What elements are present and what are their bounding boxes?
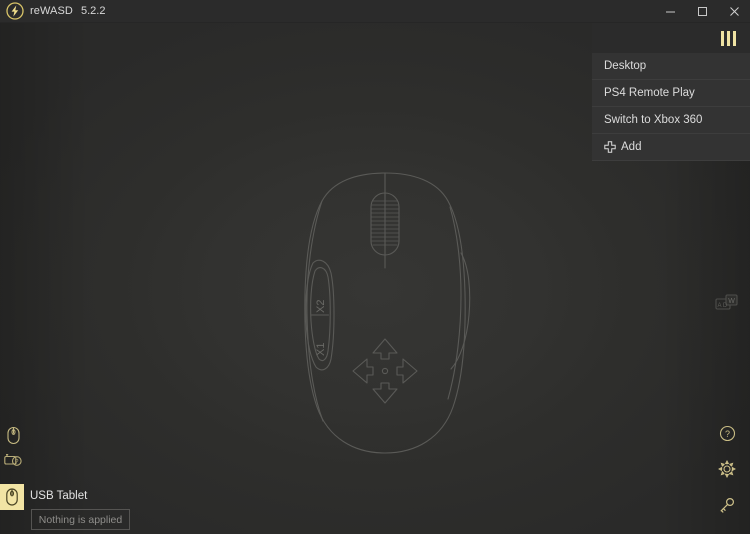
active-device-chip[interactable]	[0, 484, 24, 510]
device-gamepad-button[interactable]: ?	[0, 447, 26, 471]
maximize-icon	[697, 6, 707, 16]
left-device-rail: ?	[0, 423, 26, 471]
svg-text:A: A	[717, 303, 721, 309]
applied-config-button[interactable]: Nothing is applied	[31, 509, 130, 530]
device-mouse-button[interactable]	[0, 423, 26, 447]
profile-menu-toggle-row	[592, 23, 750, 53]
minimize-button[interactable]	[654, 0, 686, 23]
close-button[interactable]	[718, 0, 750, 23]
mouse-diagram: X2 X1	[285, 163, 485, 463]
keyboard-mapping-icon: W A D	[715, 294, 738, 310]
app-version: 5.2.2	[80, 5, 106, 17]
menu-item-label: PS4 Remote Play	[604, 87, 695, 99]
menu-item-add[interactable]: Add	[592, 134, 750, 161]
minimize-icon	[665, 11, 675, 12]
window-controls	[654, 0, 750, 23]
svg-text:W: W	[728, 298, 735, 305]
menu-item-label: Switch to Xbox 360	[604, 114, 703, 126]
menu-item-ps4-remote-play[interactable]: PS4 Remote Play	[592, 80, 750, 107]
mouse-device-icon	[6, 426, 20, 444]
rewasd-window: reWASD 5.2.2 X2 X1 W A D ? ? USB Tablet …	[0, 0, 750, 534]
help-icon: ?	[719, 425, 735, 441]
plus-cross-icon	[604, 141, 616, 153]
keyboard-mapping-button[interactable]: W A D	[712, 288, 742, 318]
title-bar: reWASD 5.2.2	[0, 0, 750, 23]
menu-item-label: Desktop	[604, 60, 647, 72]
status-bar: USB Tablet Nothing is applied	[0, 472, 750, 534]
svg-text:?: ?	[724, 429, 729, 439]
maximize-button[interactable]	[686, 0, 718, 23]
button-label-x2: X2	[315, 300, 327, 313]
profile-menu-panel: Desktop PS4 Remote Play Switch to Xbox 3…	[592, 23, 750, 161]
mouse-device-icon	[6, 488, 18, 506]
help-button[interactable]: ?	[716, 422, 738, 444]
gamepad-unmapped-icon: ?	[3, 453, 22, 466]
menu-item-switch-to-xbox-360[interactable]: Switch to Xbox 360	[592, 107, 750, 134]
dpad-arrows	[352, 338, 418, 404]
close-icon	[729, 6, 739, 16]
button-label-x1: X1	[315, 343, 327, 356]
menu-item-label: Add	[621, 141, 642, 153]
menu-item-desktop[interactable]: Desktop	[592, 53, 750, 80]
app-logo-icon	[4, 0, 26, 22]
active-device-name: USB Tablet	[30, 490, 88, 502]
app-title: reWASD	[30, 5, 73, 17]
hamburger-bars-icon[interactable]	[721, 30, 736, 46]
svg-text:D: D	[723, 303, 728, 309]
